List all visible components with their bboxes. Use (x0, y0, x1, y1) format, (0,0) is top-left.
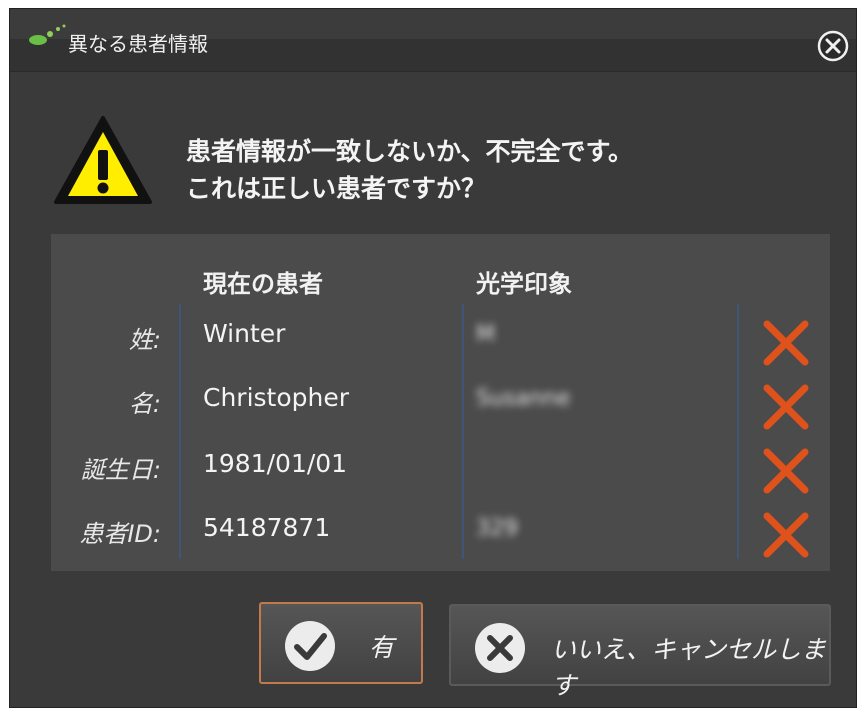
optical-first-name: Susanne (476, 386, 571, 411)
yes-label: 有 (369, 633, 395, 662)
dialog-title: 異なる患者情報 (68, 32, 208, 56)
close-icon[interactable] (816, 29, 850, 63)
mismatch-dialog: 異なる患者情報 患者情報が一致しないか、不完全です。 これは正しい患者ですか？ … (9, 8, 857, 708)
optical-last-name: M (476, 322, 495, 347)
patient-info-table: 現在の患者 光学印象 姓: Winter M 名: Christopher Su… (51, 234, 830, 571)
label-patient-id: 患者ID: (79, 520, 161, 548)
mismatch-x-icon (763, 448, 809, 494)
cancel-button[interactable]: いいえ、キャンセルします (449, 604, 831, 700)
column-divider (462, 304, 464, 559)
app-logo-icon (29, 24, 66, 45)
header-current-patient: 現在の患者 (203, 270, 323, 298)
checkmark-icon (285, 621, 335, 671)
label-first-name: 名: (128, 390, 161, 418)
mismatch-x-icon (763, 512, 809, 558)
current-patient-id: 54187871 (203, 513, 331, 542)
cancel-label: いいえ、キャンセルします (551, 635, 827, 700)
label-last-name: 姓: (128, 326, 161, 354)
header-optical-impression: 光学印象 (476, 270, 572, 298)
current-first-name: Christopher (203, 383, 350, 412)
optical-patient-id: 329 (476, 516, 518, 541)
yes-button[interactable]: 有 (259, 602, 423, 684)
mismatch-x-icon (763, 384, 809, 430)
cancel-icon (475, 623, 525, 673)
message-line-2: これは正しい患者ですか？ (186, 174, 487, 203)
current-last-name: Winter (203, 319, 286, 348)
column-divider (179, 304, 181, 559)
warning-message: 患者情報が一致しないか、不完全です。 これは正しい患者ですか？ (186, 133, 633, 207)
column-divider (737, 304, 739, 559)
current-birth-date: 1981/01/01 (203, 449, 348, 478)
mismatch-x-icon (763, 320, 809, 366)
warning-icon (54, 116, 152, 204)
label-birth-date: 誕生日: (80, 456, 161, 484)
title-bar: 異なる患者情報 (10, 9, 856, 72)
message-line-1: 患者情報が一致しないか、不完全です。 (186, 137, 634, 166)
